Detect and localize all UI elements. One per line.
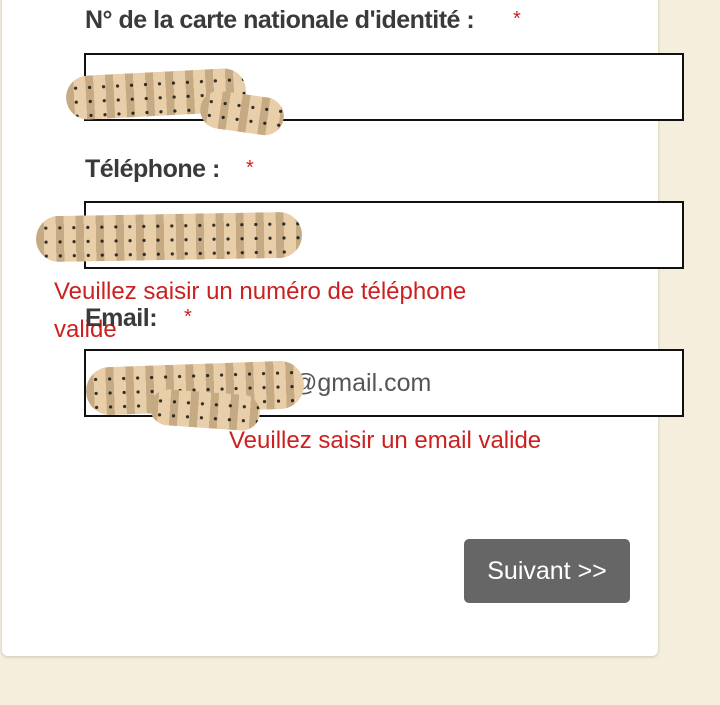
email-required-mark: * (184, 306, 192, 328)
next-button[interactable]: Suivant >> (464, 539, 630, 603)
email-error-message: Veuillez saisir un email valide (229, 427, 542, 454)
phone-required-mark: * (246, 157, 254, 179)
id-card-required-mark: * (513, 8, 521, 30)
redaction-scribble (35, 211, 303, 263)
id-card-label: N° de la carte nationale d'identité : (85, 6, 475, 34)
email-value-suffix: @gmail.com (292, 369, 432, 397)
email-label: Email: (85, 304, 158, 332)
phone-label: Téléphone : (85, 155, 220, 183)
